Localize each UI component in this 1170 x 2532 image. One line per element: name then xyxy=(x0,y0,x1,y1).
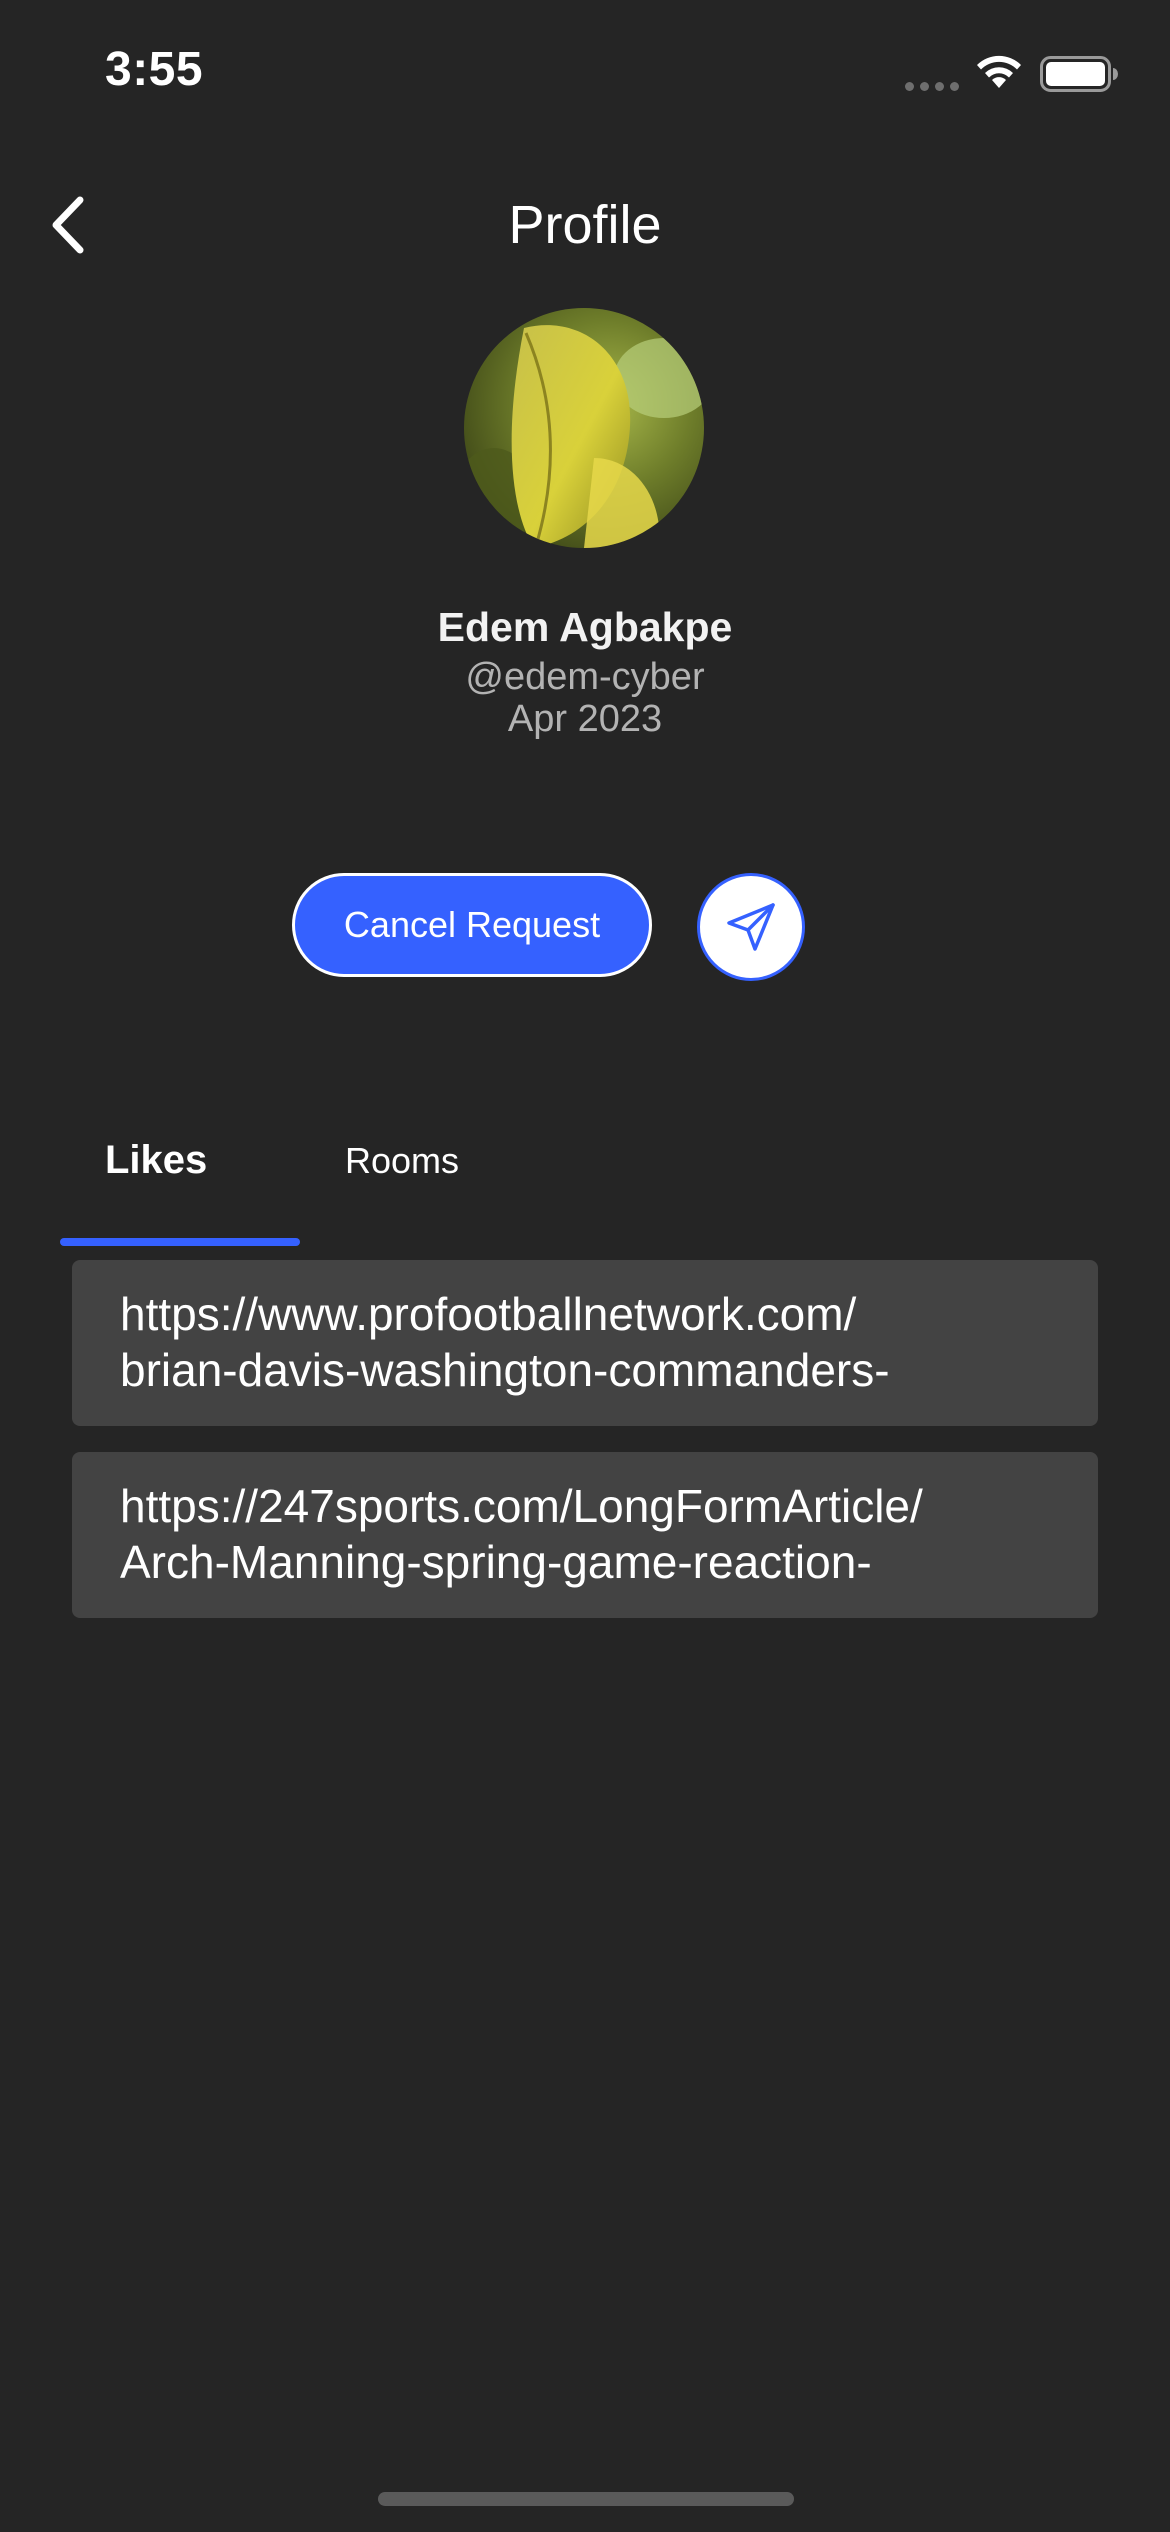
send-message-button[interactable] xyxy=(697,873,805,981)
avatar xyxy=(464,308,704,548)
wifi-icon xyxy=(977,55,1021,88)
home-indicator[interactable] xyxy=(378,2492,794,2506)
tab-likes[interactable]: Likes xyxy=(60,1138,300,1183)
like-url-line-1: https://www.profootballnetwork.com/ xyxy=(120,1288,857,1340)
battery-icon xyxy=(1040,56,1118,92)
profile-handle: @edem-cyber xyxy=(465,656,705,698)
cellular-signal-icon xyxy=(905,82,959,91)
avatar-image xyxy=(464,308,704,548)
status-time: 3:55 xyxy=(105,43,204,96)
list-item[interactable]: https://247sports.com/LongFormArticle/ A… xyxy=(72,1452,1098,1618)
profile-name: Edem Agbakpe xyxy=(437,604,733,650)
profile-joined-date: Apr 2023 xyxy=(507,698,663,740)
likes-list: https://www.profootballnetwork.com/ bria… xyxy=(72,1260,1098,1644)
list-item[interactable]: https://www.profootballnetwork.com/ bria… xyxy=(72,1260,1098,1426)
paper-plane-icon xyxy=(727,903,775,951)
navigation-bar: Profile xyxy=(0,170,1170,280)
profile-tabs: Likes Rooms xyxy=(0,1110,1170,1250)
like-url-line-1: https://247sports.com/LongFormArticle/ xyxy=(120,1480,923,1532)
like-url-line-2: Arch-Manning-spring-game-reaction- xyxy=(120,1536,872,1588)
cancel-request-button[interactable]: Cancel Request xyxy=(292,873,652,977)
status-bar: 3:55 xyxy=(0,0,1170,150)
page-title: Profile xyxy=(508,195,662,255)
like-url-line-2: brian-davis-washington-commanders- xyxy=(120,1344,890,1396)
active-tab-indicator xyxy=(60,1238,300,1246)
tab-rooms[interactable]: Rooms xyxy=(345,1140,459,1182)
